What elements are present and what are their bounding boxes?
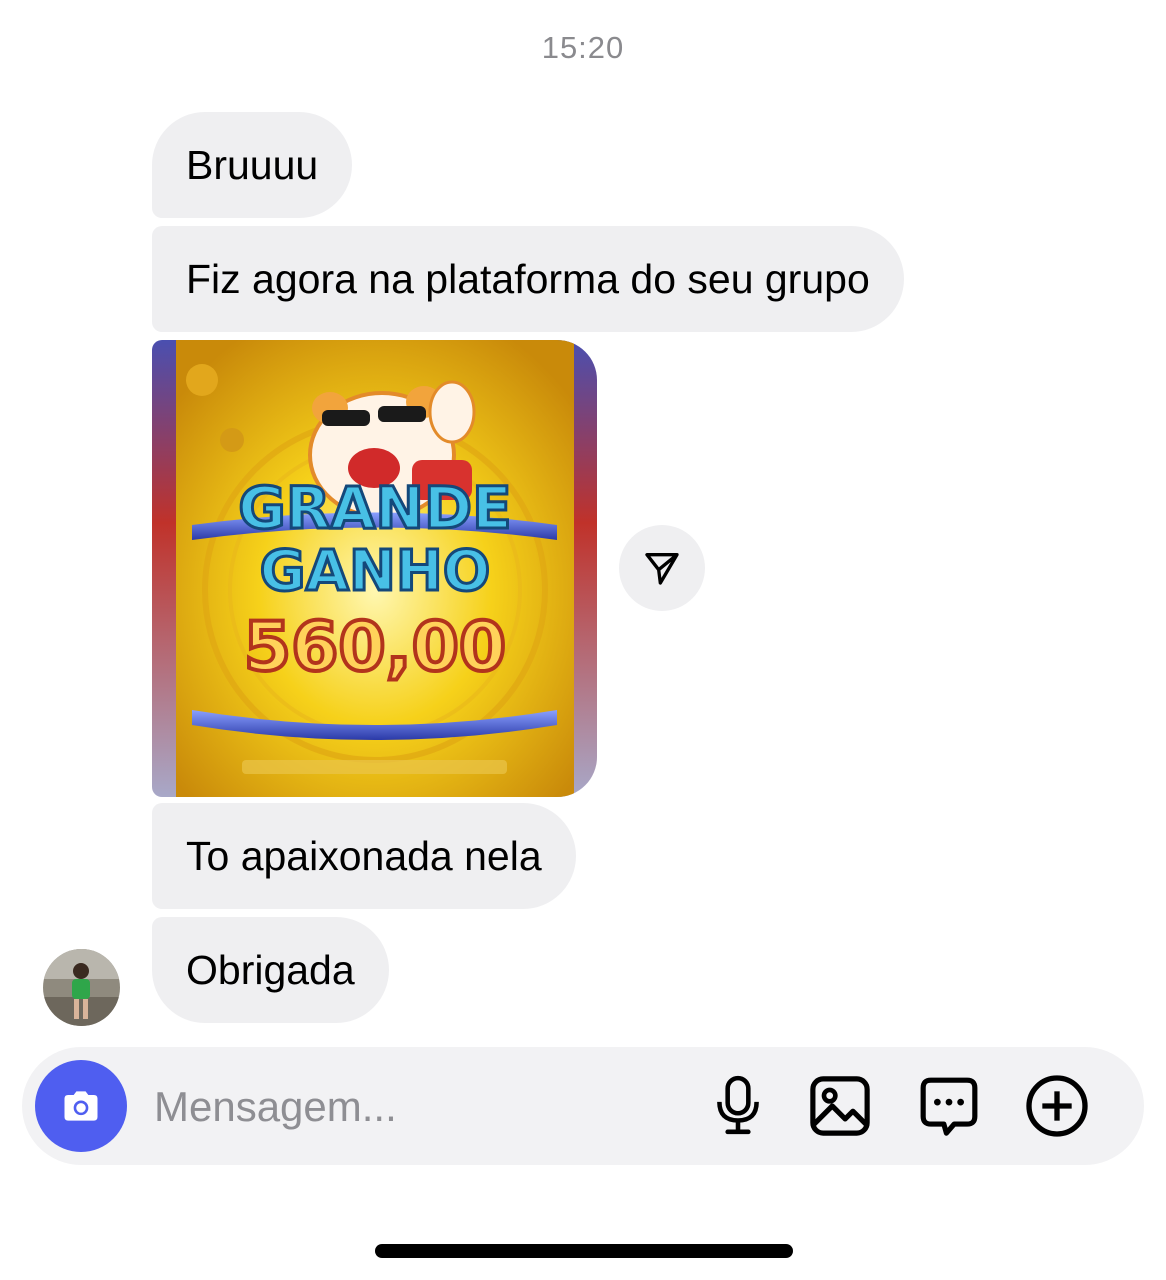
microphone-button[interactable] [704,1072,772,1140]
home-indicator[interactable] [375,1244,793,1258]
microphone-icon [717,1075,759,1135]
image-title-line1: GRANDE [238,474,511,542]
message-input[interactable] [152,1071,676,1143]
gallery-icon [810,1076,870,1136]
avatar-image [43,949,120,1026]
camera-button[interactable] [35,1060,127,1152]
message-bubble[interactable]: Obrigada [152,917,389,1023]
grande-ganho-image: GRANDE GANHO 560,00 [152,340,597,797]
avatar[interactable] [43,949,120,1026]
image-title-line2: GANHO [260,539,491,604]
message-composer [22,1047,1144,1165]
image-amount: 560,00 [244,608,506,687]
add-button[interactable] [1023,1072,1091,1140]
send-icon [645,553,679,585]
sticker-icon [920,1077,978,1136]
image-message[interactable]: GRANDE GANHO 560,00 [152,340,597,797]
message-bubble[interactable]: Bruuuu [152,112,353,218]
sticker-button[interactable] [915,1072,983,1140]
plus-circle-icon [1026,1075,1088,1137]
chat-screen: 15:20 Bruuuu Fiz agora na plataforma do … [0,0,1166,1280]
message-timestamp: 15:20 [541,30,625,65]
message-bubble[interactable]: Fiz agora na plataforma do seu grupo [152,226,904,332]
gallery-button[interactable] [806,1072,874,1140]
share-button[interactable] [619,525,705,611]
camera-icon [64,1091,98,1121]
message-bubble[interactable]: To apaixonada nela [152,803,576,909]
